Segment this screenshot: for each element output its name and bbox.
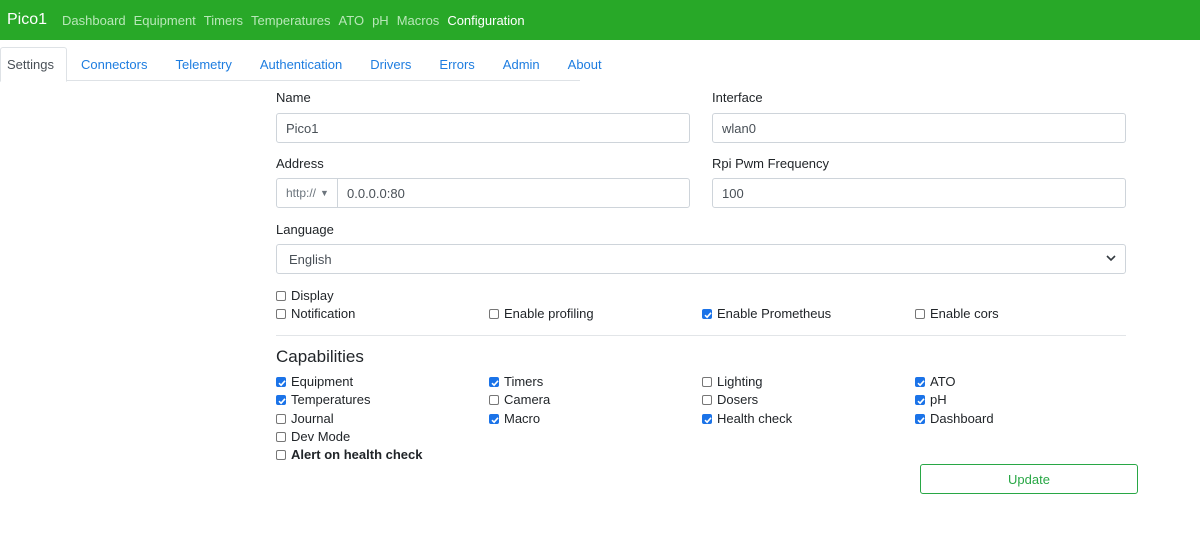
address-scheme-value: http:// [286,186,317,200]
top-navbar: Pico1 Dashboard Equipment Timers Tempera… [0,0,1200,40]
display-checkbox[interactable]: Display [276,288,334,303]
tab-settings[interactable]: Settings [0,47,67,82]
tab-errors[interactable]: Errors [425,47,488,81]
name-input[interactable] [276,113,690,143]
cap-dev-mode-checkbox[interactable]: Dev Mode [276,429,350,444]
cap-ph-label: pH [930,392,947,407]
cap-equipment-label: Equipment [291,374,354,389]
profiling-label: Enable profiling [504,306,594,321]
interface-label: Interface [712,90,763,105]
checkbox-checked-icon [915,394,925,405]
name-label: Name [276,90,311,105]
cors-label: Enable cors [930,306,999,321]
checkbox-checked-icon [276,376,286,387]
alert-health-label: Alert on health check [291,447,423,462]
checkbox-checked-icon [702,413,712,424]
interface-input[interactable] [712,113,1126,143]
tab-authentication[interactable]: Authentication [246,47,356,81]
checkbox-checked-icon [915,413,925,424]
cap-temperatures-label: Temperatures [291,392,371,407]
notification-label: Notification [291,306,356,321]
checkbox-checked-icon [276,394,286,405]
checkbox-checked-icon [489,413,499,424]
tab-telemetry[interactable]: Telemetry [161,47,245,81]
prometheus-checkbox[interactable]: Enable Prometheus [702,306,831,321]
nav-ph[interactable]: pH [372,13,389,28]
divider [276,335,1126,336]
cap-temperatures-checkbox[interactable]: Temperatures [276,392,370,407]
cap-ato-label: ATO [930,374,956,389]
cors-checkbox[interactable]: Enable cors [915,306,999,321]
cap-lighting-checkbox[interactable]: Lighting [702,374,763,389]
cap-dev-mode-label: Dev Mode [291,429,351,444]
tab-connectors[interactable]: Connectors [67,47,161,81]
cap-health-check-checkbox[interactable]: Health check [702,411,792,426]
brand[interactable]: Pico1 [7,11,47,29]
cap-equipment-checkbox[interactable]: Equipment [276,374,353,389]
cap-dashboard-label: Dashboard [930,411,994,426]
tab-drivers[interactable]: Drivers [356,47,425,81]
nav-macros[interactable]: Macros [397,13,440,28]
cap-journal-label: Journal [291,411,334,426]
address-input[interactable] [337,178,690,208]
cap-timers-checkbox[interactable]: Timers [489,374,543,389]
pwm-input[interactable] [712,178,1126,208]
cap-dosers-checkbox[interactable]: Dosers [702,392,758,407]
checkbox-icon [915,308,925,319]
checkbox-icon [702,394,712,405]
address-label: Address [276,156,324,171]
nav-equipment[interactable]: Equipment [134,13,196,28]
cap-macro-label: Macro [504,411,541,426]
cap-dosers-label: Dosers [717,392,759,407]
checkbox-icon [276,449,286,460]
checkbox-icon [489,308,499,319]
checkbox-icon [276,431,286,442]
checkbox-icon [276,290,286,301]
checkbox-checked-icon [915,376,925,387]
caret-down-icon: ▼ [320,188,329,198]
profiling-checkbox[interactable]: Enable profiling [489,306,594,321]
cap-macro-checkbox[interactable]: Macro [489,411,540,426]
capabilities-title: Capabilities [276,347,364,366]
language-value: English [289,251,332,267]
chevron-down-icon [1106,255,1116,262]
pwm-label: Rpi Pwm Frequency [712,156,830,171]
tab-admin[interactable]: Admin [489,47,554,81]
cap-camera-checkbox[interactable]: Camera [489,392,550,407]
cap-ph-checkbox[interactable]: pH [915,392,947,407]
tab-about[interactable]: About [554,47,616,81]
nav-dashboard[interactable]: Dashboard [62,13,126,28]
cap-ato-checkbox[interactable]: ATO [915,374,956,389]
nav-temperatures[interactable]: Temperatures [251,13,330,28]
nav-links: Dashboard Equipment Timers Temperatures … [62,13,533,28]
cap-health-check-label: Health check [717,411,793,426]
language-select[interactable]: English [276,244,1126,274]
cap-journal-checkbox[interactable]: Journal [276,411,334,426]
nav-ato[interactable]: ATO [339,13,365,28]
checkbox-icon [276,413,286,424]
display-label: Display [291,288,334,303]
checkbox-icon [702,376,712,387]
checkbox-checked-icon [489,376,499,387]
alert-health-checkbox[interactable]: Alert on health check [276,447,422,462]
language-label: Language [276,222,334,237]
address-scheme-dropdown[interactable]: http:// ▼ [276,178,338,208]
prometheus-label: Enable Prometheus [717,306,832,321]
cap-dashboard-checkbox[interactable]: Dashboard [915,411,994,426]
checkbox-icon [276,308,286,319]
nav-configuration[interactable]: Configuration [447,13,524,28]
notification-checkbox[interactable]: Notification [276,306,355,321]
cap-camera-label: Camera [504,392,551,407]
update-button[interactable]: Update [920,464,1138,494]
cap-timers-label: Timers [504,374,544,389]
checkbox-icon [489,394,499,405]
nav-timers[interactable]: Timers [204,13,243,28]
checkbox-checked-icon [702,308,712,319]
cap-lighting-label: Lighting [717,374,763,389]
config-tabs: Settings Connectors Telemetry Authentica… [0,47,602,82]
